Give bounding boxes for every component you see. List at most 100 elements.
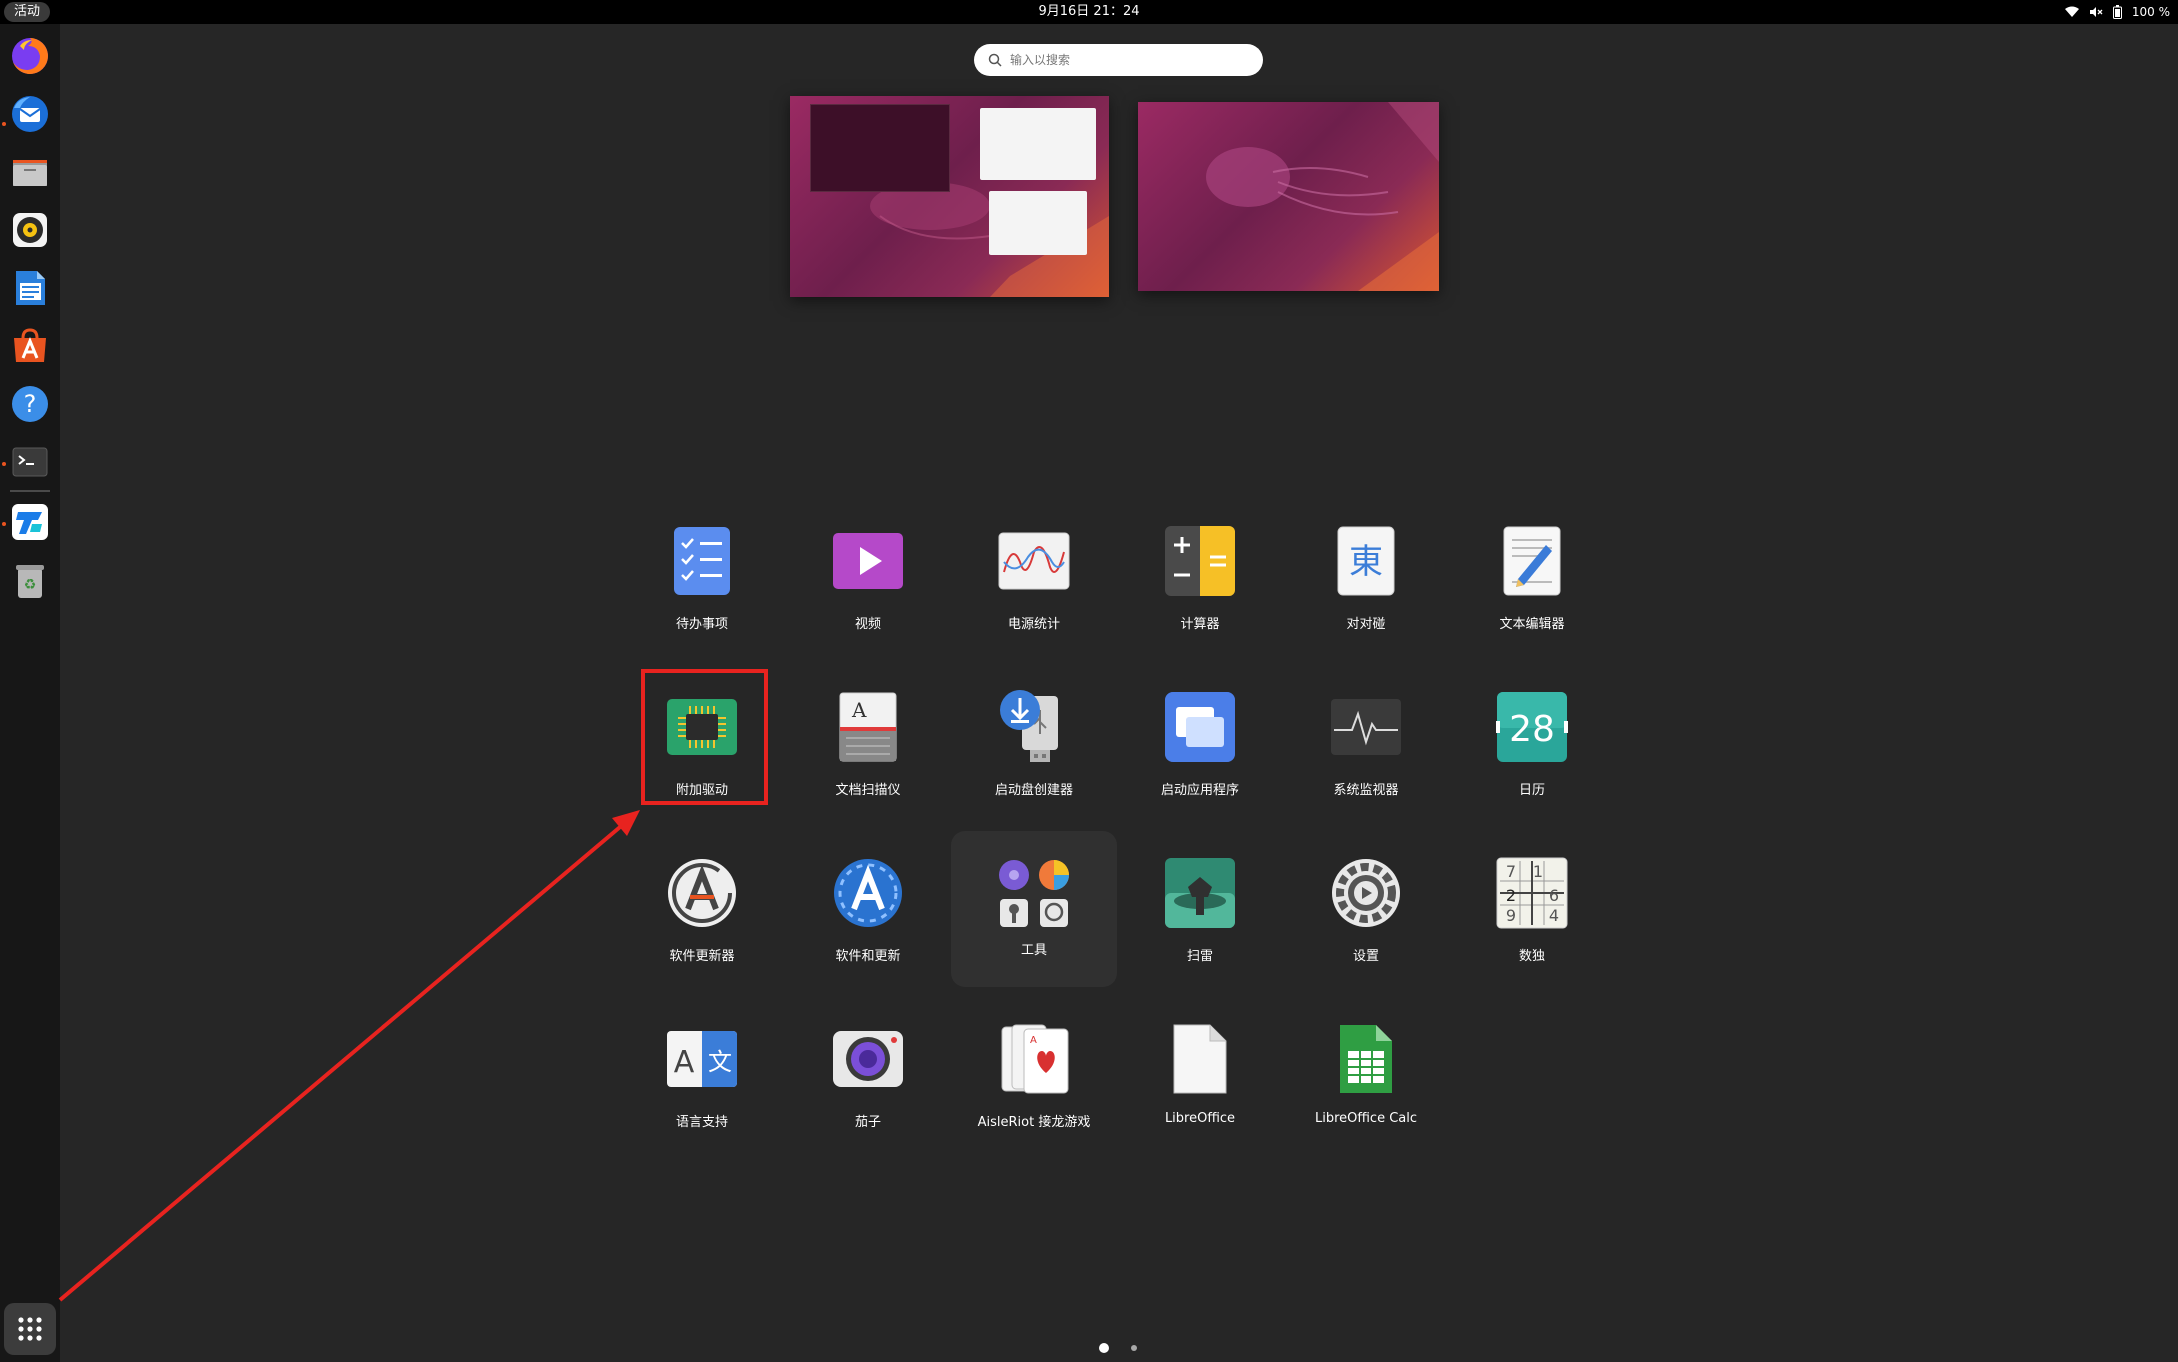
app-aisleriot[interactable]: A AisleRiot 接龙游戏	[951, 1003, 1117, 1153]
battery-percent: 100 %	[2131, 5, 2170, 19]
software-icon	[14, 328, 46, 362]
settings-window-thumbnail[interactable]	[980, 108, 1096, 180]
sudoku-icon: 7 1 2 6 9 4	[1492, 853, 1572, 933]
svg-text:文: 文	[708, 1048, 732, 1076]
app-label: 设置	[1352, 949, 1379, 964]
dock-item-todesk[interactable]	[8, 500, 52, 544]
dock-item-writer[interactable]	[8, 266, 52, 310]
svg-text:A: A	[1030, 1035, 1037, 1046]
app-label: 视频	[854, 617, 881, 632]
sudoku-cell: 6	[1549, 886, 1559, 905]
battery-icon	[2112, 5, 2122, 19]
app-settings[interactable]: 设置	[1283, 837, 1449, 987]
calculator-icon	[1160, 521, 1240, 601]
libreoffice-icon	[1160, 1019, 1240, 1099]
app-label: 对对碰	[1346, 617, 1386, 632]
app-label: 文本编辑器	[1499, 617, 1565, 632]
scanner-icon: A	[828, 687, 908, 767]
workspace-thumbnail-2[interactable]	[1138, 102, 1439, 291]
startup-apps-icon	[1160, 687, 1240, 767]
language-icon: A 文	[662, 1019, 742, 1099]
dock-item-terminal[interactable]	[8, 440, 52, 484]
page-indicator-1[interactable]	[1099, 1343, 1109, 1353]
dock-item-firefox[interactable]	[8, 34, 52, 78]
dock-item-files[interactable]	[8, 150, 52, 194]
settings-icon	[1326, 853, 1406, 933]
text-editor-icon	[1492, 521, 1572, 601]
app-label: 电源统计	[1007, 617, 1060, 632]
system-tray[interactable]: 100 %	[2064, 0, 2170, 24]
app-label: 数独	[1518, 949, 1545, 964]
app-software-and-updates[interactable]: 软件和更新	[785, 837, 951, 987]
mines-icon	[1160, 853, 1240, 933]
app-video[interactable]: 视频	[785, 505, 951, 655]
dock-item-help[interactable]: ?	[8, 382, 52, 426]
power-statistics-icon	[994, 521, 1074, 601]
dock-item-trash[interactable]: ♻	[8, 558, 52, 602]
software-updates-icon	[828, 853, 908, 933]
rhythmbox-icon	[13, 213, 47, 247]
app-software-updater[interactable]: 软件更新器	[619, 837, 785, 987]
app-mahjongg[interactable]: 東 对对碰	[1283, 505, 1449, 655]
app-folder-tools[interactable]: 工具	[951, 831, 1117, 987]
app-label: 扫雷	[1186, 949, 1213, 964]
svg-text:♻: ♻	[24, 577, 37, 593]
sudoku-cell: 4	[1549, 906, 1559, 925]
dialog-window-thumbnail[interactable]	[989, 191, 1087, 255]
grid-icon	[18, 1317, 42, 1341]
app-label: 工具	[1020, 943, 1047, 958]
app-calendar[interactable]: 28 日历	[1449, 671, 1615, 821]
terminal-icon	[12, 447, 48, 477]
app-mines[interactable]: 扫雷	[1117, 837, 1283, 987]
highlight-box	[641, 669, 768, 805]
app-startup-applications[interactable]: 启动应用程序	[1117, 671, 1283, 821]
app-document-scanner[interactable]: A 文档扫描仪	[785, 671, 951, 821]
app-libreoffice[interactable]: LibreOffice	[1117, 1003, 1283, 1153]
app-cheese[interactable]: 茄子	[785, 1003, 951, 1153]
top-bar: 活动 9月16日 21：24 100 %	[0, 0, 2178, 24]
app-system-monitor[interactable]: 系统监视器	[1283, 671, 1449, 821]
dock-item-rhythmbox[interactable]	[8, 208, 52, 252]
app-label: 软件和更新	[835, 949, 901, 964]
terminal-window-thumbnail[interactable]	[810, 104, 950, 192]
running-indicator	[2, 522, 6, 526]
volume-icon	[2089, 6, 2103, 18]
sudoku-cell: 9	[1506, 906, 1516, 925]
app-label: 软件更新器	[669, 949, 735, 964]
app-label: 系统监视器	[1333, 783, 1399, 798]
calc-icon	[1326, 1019, 1406, 1099]
app-label: 启动盘创建器	[994, 783, 1073, 798]
remote-desktop-icon	[12, 504, 48, 540]
usb-creator-icon	[994, 687, 1074, 767]
sudoku-cell: 2	[1506, 886, 1516, 905]
search-input[interactable]	[1010, 53, 1240, 67]
workspace-thumbnail-1[interactable]	[790, 96, 1109, 297]
app-text-editor[interactable]: 文本编辑器	[1449, 505, 1615, 655]
show-apps-button[interactable]	[4, 1303, 56, 1355]
clock[interactable]: 9月16日 21：24	[0, 0, 2178, 24]
firefox-icon	[12, 38, 48, 74]
jellyfish-artwork	[1206, 102, 1439, 291]
app-label: 启动应用程序	[1160, 783, 1239, 798]
app-usb-creator[interactable]: 启动盘创建器	[951, 671, 1117, 821]
app-calculator[interactable]: 计算器	[1117, 505, 1283, 655]
app-language-support[interactable]: A 文 语言支持	[619, 1003, 785, 1153]
app-todo[interactable]: 待办事项	[619, 505, 785, 655]
app-sudoku[interactable]: 7 1 2 6 9 4 数独	[1449, 837, 1615, 987]
cards-icon: A	[994, 1019, 1074, 1099]
sudoku-cell: 7	[1506, 862, 1516, 881]
search-bar[interactable]	[974, 44, 1263, 76]
files-icon	[13, 160, 47, 186]
app-label: 茄子	[854, 1115, 881, 1130]
app-label: 文档扫描仪	[835, 783, 901, 798]
app-libreoffice-calc[interactable]: LibreOffice Calc	[1283, 1003, 1449, 1153]
app-power-statistics[interactable]: 电源统计	[951, 505, 1117, 655]
app-label: 日历	[1518, 783, 1545, 798]
search-icon	[988, 53, 1002, 67]
calendar-icon: 28	[1492, 687, 1572, 767]
dock-separator	[10, 490, 50, 492]
dock-item-thunderbird[interactable]	[8, 92, 52, 136]
dock-item-software[interactable]	[8, 324, 52, 368]
page-indicator-2[interactable]	[1131, 1345, 1137, 1351]
svg-text:A: A	[674, 1045, 695, 1080]
